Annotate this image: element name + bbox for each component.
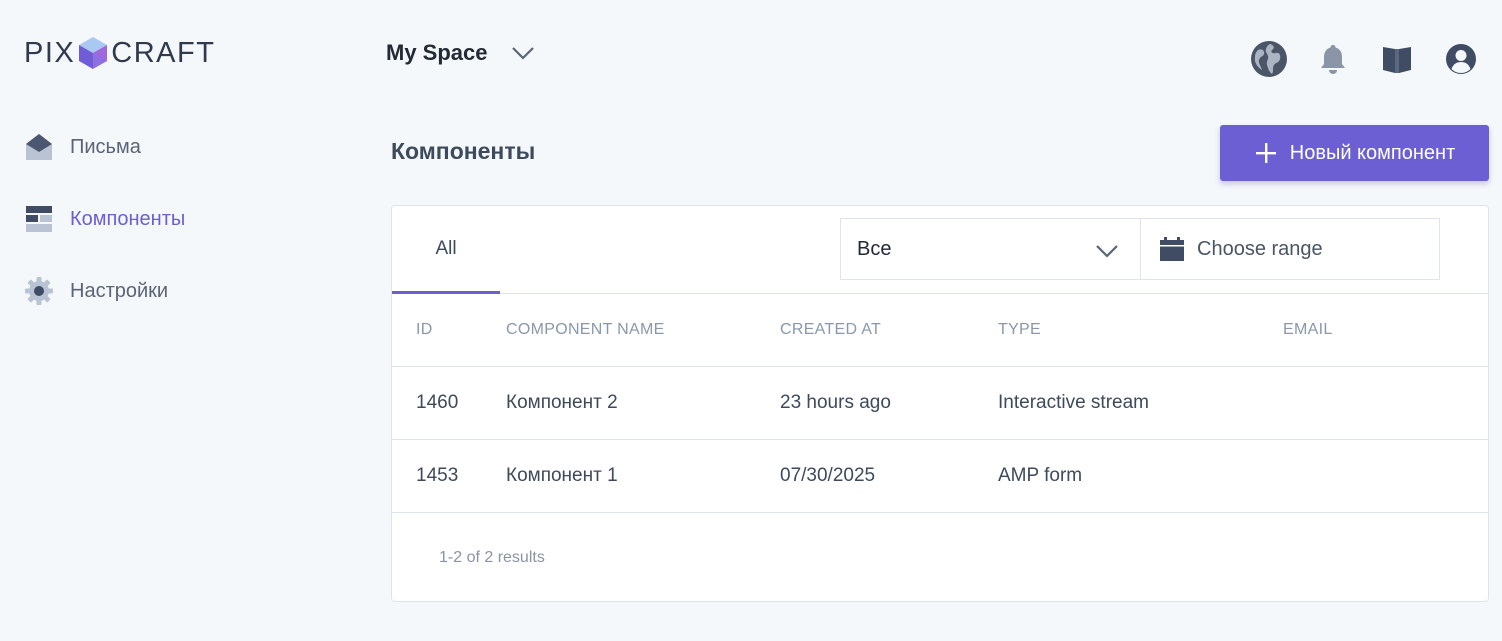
chevron-down-icon: [1096, 245, 1118, 258]
sidebar-item-label: Письма: [70, 135, 141, 158]
tab-all[interactable]: All: [392, 206, 500, 294]
page-title: Компоненты: [391, 138, 536, 164]
cell-name: Компонент 2: [506, 366, 780, 440]
space-label: My Space: [386, 40, 488, 65]
column-header-name[interactable]: COMPONENT NAME: [506, 294, 780, 367]
sidebar-item-label: Настройки: [70, 279, 169, 302]
cell-email: [1283, 439, 1488, 513]
calendar-icon: [1160, 237, 1184, 261]
table-row[interactable]: 1460 Компонент 2 23 hours ago Interactiv…: [392, 366, 1488, 440]
logo-cube-icon: [79, 37, 108, 69]
gear-icon: [25, 277, 53, 305]
date-range-picker[interactable]: Choose range: [1140, 218, 1440, 280]
top-toolbar: [1250, 40, 1480, 78]
type-filter-value: Все: [857, 237, 892, 260]
sidebar-item-settings[interactable]: Настройки: [24, 270, 324, 312]
docs-button[interactable]: [1378, 40, 1416, 78]
book-icon: [1383, 47, 1411, 73]
cell-created: 23 hours ago: [780, 366, 998, 440]
column-header-created[interactable]: CREATED AT: [780, 294, 998, 367]
column-header-email[interactable]: EMAIL: [1283, 294, 1488, 367]
logo-text-right: CRAFT: [111, 36, 216, 69]
type-filter-select[interactable]: Все: [840, 218, 1140, 280]
space-selector[interactable]: My Space: [386, 40, 536, 66]
envelope-icon-wrap: [24, 132, 54, 162]
sidebar-item-label: Компоненты: [70, 207, 186, 230]
envelope-icon: [26, 134, 52, 160]
user-icon: [1446, 44, 1476, 74]
bell-icon: [1321, 45, 1345, 74]
plus-icon: [1255, 143, 1276, 163]
filter-bar: All Все Choose range: [392, 206, 1488, 294]
sidebar-item-letters[interactable]: Письма: [24, 126, 324, 168]
globe-button[interactable]: [1250, 40, 1288, 78]
new-component-label: Новый компонент: [1289, 141, 1456, 164]
gear-icon-wrap: [24, 276, 54, 306]
table-row[interactable]: 1453 Компонент 1 07/30/2025 AMP form: [392, 439, 1488, 513]
sidebar: Письма Компоненты Настройки: [24, 126, 324, 342]
cell-id: 1453: [392, 439, 506, 513]
notifications-button[interactable]: [1314, 40, 1352, 78]
date-range-placeholder: Choose range: [1197, 237, 1323, 260]
components-icon: [26, 206, 52, 232]
cell-id: 1460: [392, 366, 506, 440]
cell-type: Interactive stream: [998, 366, 1283, 440]
table-header-row: ID COMPONENT NAME CREATED AT TYPE EMAIL: [392, 294, 1488, 367]
cell-created: 07/30/2025: [780, 439, 998, 513]
results-count: 1-2 of 2 results: [439, 548, 545, 566]
app-root: PIX CRAFT My Space Письма Компоненты Нас…: [0, 0, 1502, 641]
chevron-down-icon: [511, 47, 534, 60]
logo[interactable]: PIX CRAFT: [24, 36, 215, 70]
components-card: All Все Choose range ID COMPONENT NAME C…: [391, 205, 1489, 602]
new-component-button[interactable]: Новый компонент: [1220, 125, 1489, 181]
column-header-type[interactable]: TYPE: [998, 294, 1283, 367]
globe-icon: [1251, 41, 1287, 77]
cell-type: AMP form: [998, 439, 1283, 513]
logo-text-left: PIX: [24, 36, 76, 69]
components-icon-wrap: [24, 204, 54, 234]
profile-button[interactable]: [1442, 40, 1480, 78]
components-table: ID COMPONENT NAME CREATED AT TYPE EMAIL …: [392, 294, 1488, 513]
cell-email: [1283, 366, 1488, 440]
cell-name: Компонент 1: [506, 439, 780, 513]
sidebar-item-components[interactable]: Компоненты: [24, 198, 324, 240]
column-header-id[interactable]: ID: [392, 294, 506, 367]
